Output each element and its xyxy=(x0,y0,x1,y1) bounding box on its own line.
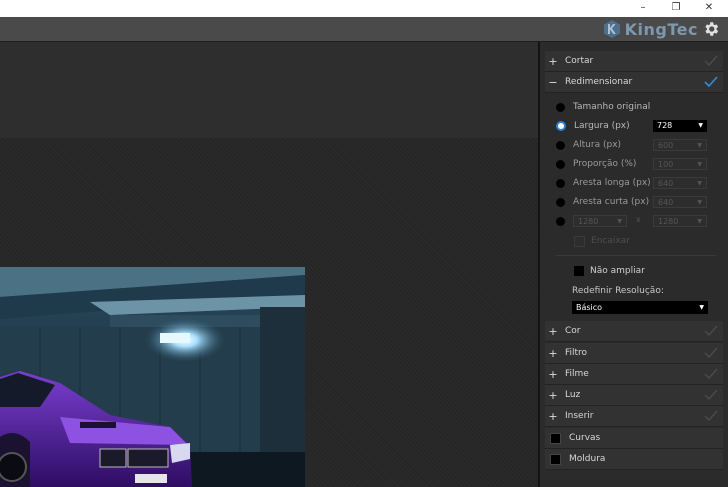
option-label: Tamanho original xyxy=(573,102,651,112)
radio-button[interactable] xyxy=(556,159,565,169)
section-moldura[interactable]: Moldura xyxy=(545,449,723,470)
kt-logo-icon xyxy=(603,20,620,38)
resolution-label: Redefinir Resolução: xyxy=(572,286,664,296)
section-luz[interactable]: + Luz xyxy=(545,385,723,406)
option-height[interactable]: Altura (px) 600 ▼ xyxy=(556,136,716,154)
option-label: Encaixar xyxy=(591,236,630,246)
expand-icon: + xyxy=(548,388,558,402)
dropdown-arrow-icon: ▼ xyxy=(697,161,702,168)
radio-button[interactable] xyxy=(556,197,565,207)
maximize-button[interactable]: ❐ xyxy=(662,0,690,17)
brand-logo: KingTec xyxy=(602,19,698,39)
top-toolbar: KingTec xyxy=(0,17,728,42)
expand-icon: + xyxy=(548,409,558,423)
width-input[interactable]: 728 ▼ xyxy=(653,120,707,132)
option-width[interactable]: Largura (px) 728 ▼ xyxy=(556,117,716,135)
car-photo-image xyxy=(0,267,305,487)
checkbox xyxy=(574,235,585,247)
brand-name: KingTec xyxy=(624,19,698,39)
size-separator: x xyxy=(636,215,641,224)
dropdown-arrow-icon: ▼ xyxy=(697,142,702,149)
check-icon[interactable] xyxy=(703,367,719,381)
check-icon[interactable] xyxy=(703,75,719,89)
proportion-input: 100 ▼ xyxy=(653,158,707,170)
proportion-value: 100 xyxy=(658,160,674,169)
section-label: Redimensionar xyxy=(565,77,633,87)
section-label: Inserir xyxy=(565,411,594,421)
resolution-dropdown[interactable]: Básico ▼ xyxy=(572,301,708,314)
section-label: Cor xyxy=(565,326,581,336)
checkbox[interactable] xyxy=(550,432,561,444)
section-label: Curvas xyxy=(569,433,601,443)
section-label: Moldura xyxy=(569,454,606,464)
image-canvas[interactable] xyxy=(0,42,538,487)
section-label: Filtro xyxy=(565,348,588,358)
section-label: Luz xyxy=(565,390,581,400)
dropdown-arrow-icon: ▼ xyxy=(697,218,702,225)
title-bar: – ❐ ✕ xyxy=(0,0,728,17)
checkbox[interactable] xyxy=(550,453,561,465)
section-curvas[interactable]: Curvas xyxy=(545,428,723,449)
option-label: Não ampliar xyxy=(590,266,645,276)
close-button[interactable]: ✕ xyxy=(695,0,723,17)
custom-width-value: 1280 xyxy=(578,217,599,226)
section-filme[interactable]: + Filme xyxy=(545,364,723,385)
custom-height-value: 1280 xyxy=(658,217,679,226)
check-icon[interactable] xyxy=(703,388,719,402)
expand-icon: + xyxy=(548,54,558,68)
radio-button[interactable] xyxy=(556,102,565,112)
option-no-enlarge[interactable]: Não ampliar xyxy=(574,262,728,280)
section-inserir[interactable]: + Inserir xyxy=(545,406,723,427)
custom-width-input: 1280 ▼ xyxy=(573,215,627,227)
option-short-edge[interactable]: Aresta curta (px) 640 ▼ xyxy=(556,193,716,211)
photo-preview[interactable] xyxy=(0,267,305,487)
option-proportion[interactable]: Proporção (%) 100 ▼ xyxy=(556,155,716,173)
expand-icon: + xyxy=(548,346,558,360)
dropdown-arrow-icon: ▼ xyxy=(698,122,703,129)
dropdown-arrow-icon: ▼ xyxy=(699,304,704,311)
expand-icon: + xyxy=(548,324,558,338)
option-fill: Encaixar xyxy=(574,232,728,250)
option-original-size[interactable]: Tamanho original xyxy=(556,98,716,116)
collapse-icon: − xyxy=(548,75,558,89)
expand-icon: + xyxy=(548,367,558,381)
section-filtro[interactable]: + Filtro xyxy=(545,343,723,364)
short-edge-input: 640 ▼ xyxy=(653,196,707,208)
dropdown-arrow-icon: ▼ xyxy=(617,218,622,225)
check-icon[interactable] xyxy=(703,409,719,423)
resolution-value: Básico xyxy=(576,303,603,312)
minimize-button[interactable]: – xyxy=(629,0,657,17)
dropdown-arrow-icon: ▼ xyxy=(697,199,702,206)
custom-height-input: 1280 ▼ xyxy=(653,215,707,227)
canvas-top-strip xyxy=(0,42,538,138)
section-cortar[interactable]: + Cortar xyxy=(545,51,723,72)
section-redimensionar[interactable]: − Redimensionar xyxy=(545,72,723,93)
radio-button[interactable] xyxy=(556,178,565,188)
resolution-label-row: Redefinir Resolução: xyxy=(572,282,728,300)
divider xyxy=(556,255,716,256)
radio-button-selected[interactable] xyxy=(556,121,566,131)
section-label: Filme xyxy=(565,369,589,379)
dropdown-arrow-icon: ▼ xyxy=(697,180,702,187)
checkbox[interactable] xyxy=(574,266,584,276)
height-input: 600 ▼ xyxy=(653,139,707,151)
long-edge-value: 640 xyxy=(658,179,674,188)
check-icon[interactable] xyxy=(703,324,719,338)
option-custom-size[interactable]: 1280 ▼ x 1280 ▼ xyxy=(556,212,716,230)
gear-icon[interactable] xyxy=(702,20,720,38)
section-label: Cortar xyxy=(565,56,594,66)
width-value: 728 xyxy=(657,121,673,130)
section-cor[interactable]: + Cor xyxy=(545,321,723,342)
short-edge-value: 640 xyxy=(658,198,674,207)
option-long-edge[interactable]: Aresta longa (px) 640 ▼ xyxy=(556,174,716,192)
long-edge-input: 640 ▼ xyxy=(653,177,707,189)
height-value: 600 xyxy=(658,141,674,150)
check-icon[interactable] xyxy=(703,346,719,360)
radio-button[interactable] xyxy=(556,216,565,226)
check-icon[interactable] xyxy=(703,54,719,68)
side-panel: + Cortar − Redimensionar Tamanho origina… xyxy=(540,42,728,487)
radio-button[interactable] xyxy=(556,140,565,150)
